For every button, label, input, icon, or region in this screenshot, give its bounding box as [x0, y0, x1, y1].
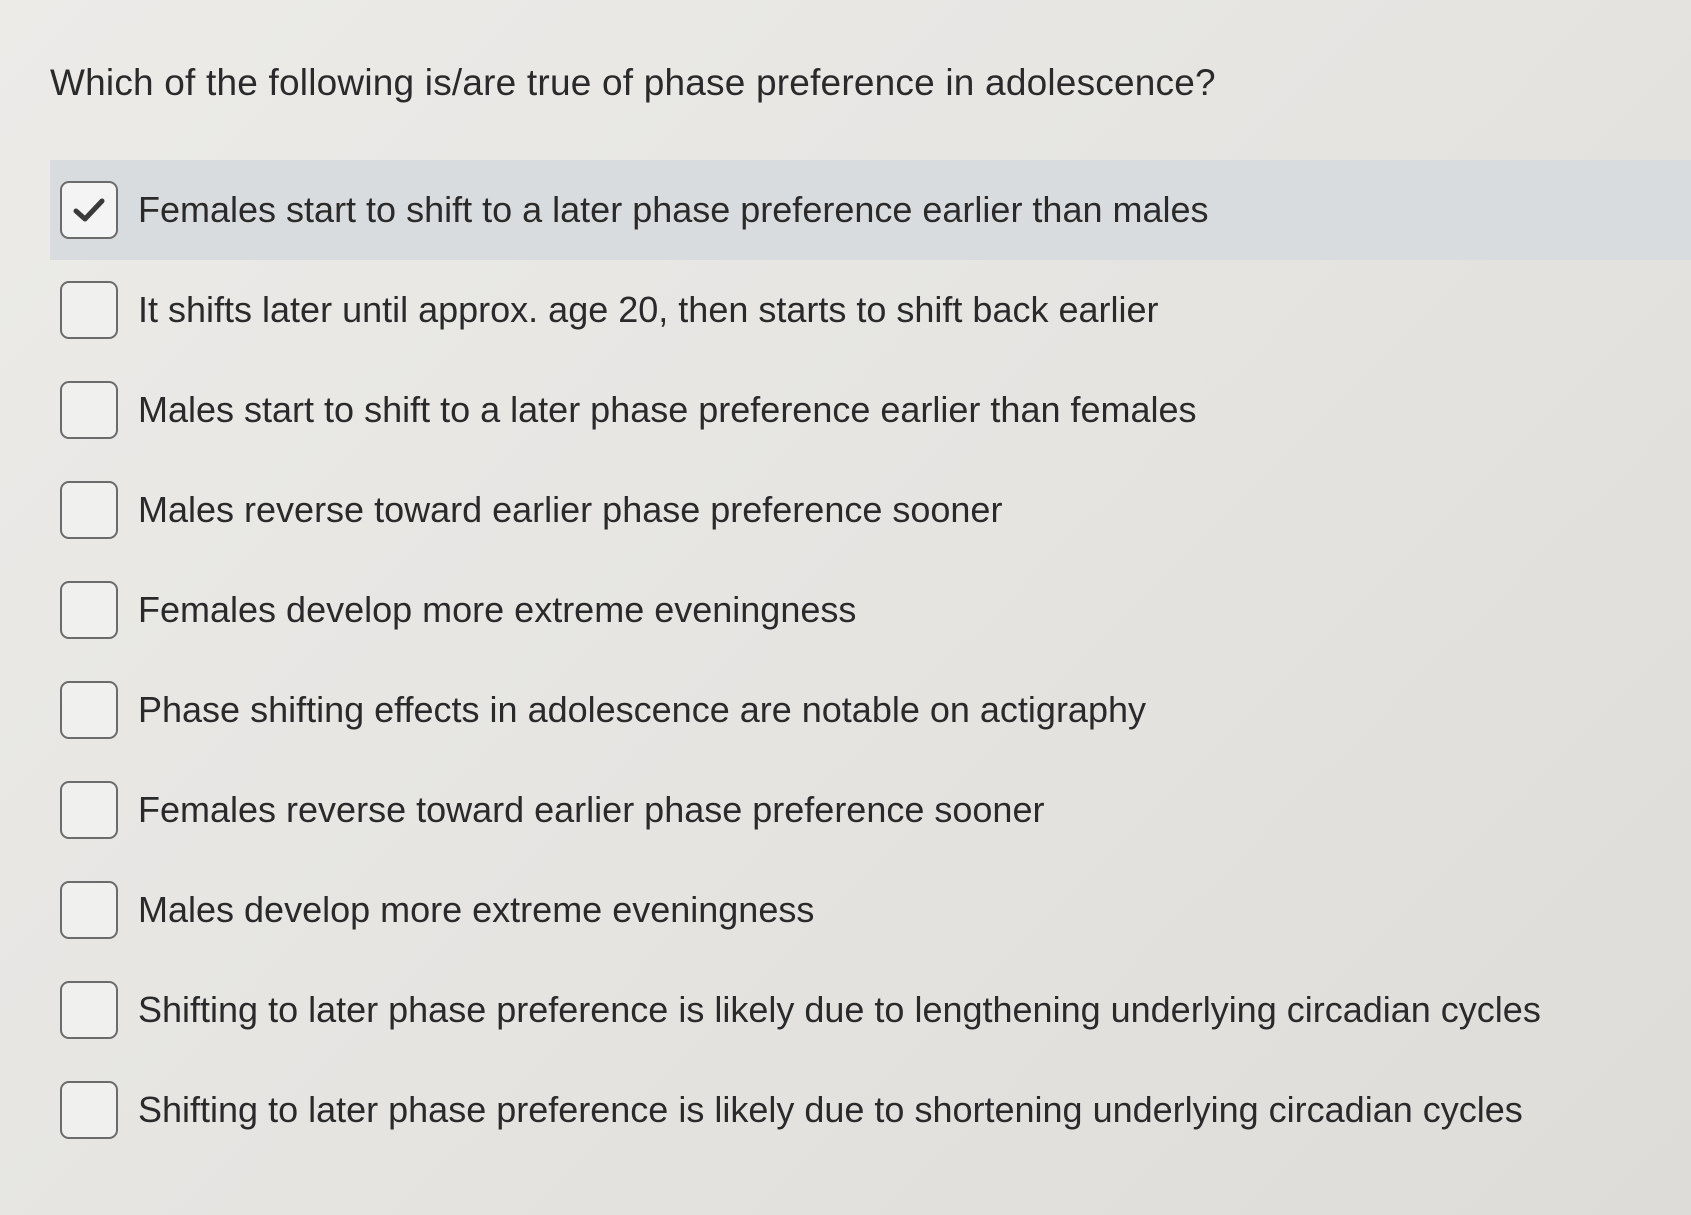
checkbox[interactable] — [60, 781, 118, 839]
question-card: Which of the following is/are true of ph… — [0, 0, 1691, 1215]
checkbox[interactable] — [60, 281, 118, 339]
option-6[interactable]: Phase shifting effects in adolescence ar… — [50, 660, 1691, 760]
option-label: Males develop more extreme eveningness — [138, 889, 815, 930]
answer-options: Females start to shift to a later phase … — [50, 160, 1691, 1160]
checkbox[interactable] — [60, 381, 118, 439]
option-label: Shifting to later phase preference is li… — [138, 1089, 1523, 1130]
option-label: Females develop more extreme eveningness — [138, 589, 857, 630]
option-3[interactable]: Males start to shift to a later phase pr… — [50, 360, 1691, 460]
option-label: Phase shifting effects in adolescence ar… — [138, 689, 1146, 730]
option-label: Females start to shift to a later phase … — [138, 189, 1209, 230]
checkbox[interactable] — [60, 881, 118, 939]
option-10[interactable]: Shifting to later phase preference is li… — [50, 1060, 1691, 1160]
option-8[interactable]: Males develop more extreme eveningness — [50, 860, 1691, 960]
checkbox[interactable] — [60, 681, 118, 739]
checkbox[interactable] — [60, 1081, 118, 1139]
option-5[interactable]: Females develop more extreme eveningness — [50, 560, 1691, 660]
option-label: It shifts later until approx. age 20, th… — [138, 289, 1159, 330]
option-1[interactable]: Females start to shift to a later phase … — [50, 160, 1691, 260]
option-label: Males start to shift to a later phase pr… — [138, 389, 1197, 430]
option-4[interactable]: Males reverse toward earlier phase prefe… — [50, 460, 1691, 560]
question-text: Which of the following is/are true of ph… — [50, 62, 1216, 103]
checkmark-icon — [72, 196, 106, 224]
option-label: Shifting to later phase preference is li… — [138, 989, 1541, 1030]
option-2[interactable]: It shifts later until approx. age 20, th… — [50, 260, 1691, 360]
option-7[interactable]: Females reverse toward earlier phase pre… — [50, 760, 1691, 860]
checkbox[interactable] — [60, 481, 118, 539]
checkbox[interactable] — [60, 581, 118, 639]
option-label: Males reverse toward earlier phase prefe… — [138, 489, 1003, 530]
option-9[interactable]: Shifting to later phase preference is li… — [50, 960, 1691, 1060]
checkbox[interactable] — [60, 181, 118, 239]
checkbox[interactable] — [60, 981, 118, 1039]
option-label: Females reverse toward earlier phase pre… — [138, 789, 1045, 830]
